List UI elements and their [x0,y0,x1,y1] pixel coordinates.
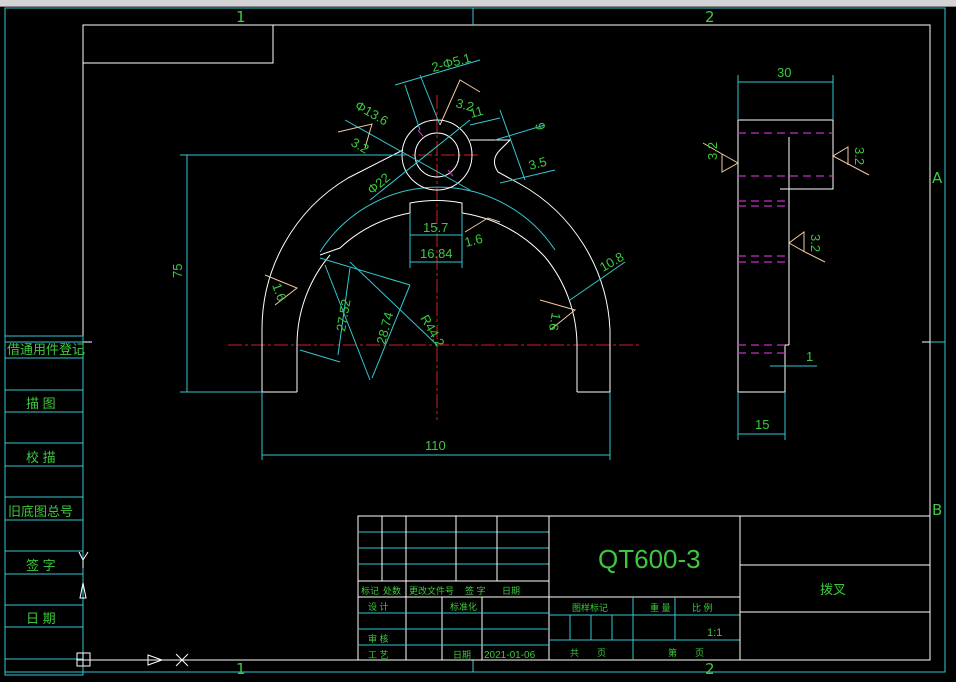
zone-label: 1 [236,8,246,26]
scale-value: 1:1 [707,627,722,639]
ucs-icon [76,551,189,667]
rev-header: 更改文件号 [409,585,454,596]
dim-15: 15 [755,417,769,432]
rev-header: 日期 [502,586,520,596]
sheet-number: 第 页 [668,647,704,658]
dim-75: 75 [170,264,185,278]
zone-label: 2 [705,8,715,26]
review-label: 审 核 [368,633,389,644]
strip-label: 描 图 [26,396,56,411]
date-label: 日期 [453,650,471,660]
dim-1: 1 [806,349,813,364]
strip-label: 日 期 [26,611,56,626]
dim-30: 30 [777,65,791,80]
drawing-mark-label: 图样标记 [572,602,608,613]
strip-label: 旧底图总号 [8,504,73,519]
total-sheets: 共 页 [570,648,606,658]
zone-label: A [932,169,943,187]
rev-header: 签 字 [465,585,486,596]
front-view [180,59,640,460]
rev-header: 处数 [383,585,401,596]
dim-3-5: 3.5 [527,154,548,173]
material: QT600-3 [598,544,701,574]
dim-27-52: 27.52 [333,298,353,333]
roughness-value: 3.2 [808,234,823,252]
part-name: 拨叉 [820,582,846,597]
dim-outer-diameter: Φ22 [364,170,393,197]
design-label: 设 计 [368,601,389,612]
scale-label: 比 例 [692,602,713,613]
dimension-lines [180,59,626,460]
rev-header: 标记 [361,585,379,596]
roughness-value: 3.2 [454,95,475,114]
standardize-label: 标准化 [450,601,477,612]
side-view [702,75,870,440]
roughness-symbols [264,79,577,331]
date-value: 2021-01-06 [484,650,536,661]
roughness-value: 1.6 [546,311,564,331]
zone-label: 1 [236,660,246,678]
strip-label: 借通用件登记 [7,342,85,357]
title-block-text: QT600-3 拨叉 标记 处数 更改文件号 签 字 日期 设 计 标准化 审 … [361,544,846,661]
zone-label: 2 [705,660,715,678]
weight-label: 重 量 [650,602,671,613]
dim-110: 110 [425,438,446,453]
roughness-value: 3.2 [852,147,867,165]
process-label: 工 艺 [368,650,389,660]
zone-label: B [932,501,942,519]
roughness-value: 1.6 [463,231,484,250]
dim-15-7: 15.7 [423,220,448,235]
front-view-labels: 2-Φ5.1 Φ13.6 Φ22 11 9 3.5 15.7 16.84 75 … [170,50,626,453]
roughness-value: 3.2 [705,142,720,160]
dim-9: 9 [532,121,548,132]
dim-16-84: 16.84 [420,246,453,261]
dim-hole: 2-Φ5.1 [430,50,473,75]
strip-label: 签 字 [26,558,56,573]
cad-drawing-canvas[interactable]: 1 2 1 2 A B 借通用件登记 描 图 校 描 旧底图总号 签 字 日 期 [0,0,956,682]
strip-label: 校 描 [26,450,56,465]
